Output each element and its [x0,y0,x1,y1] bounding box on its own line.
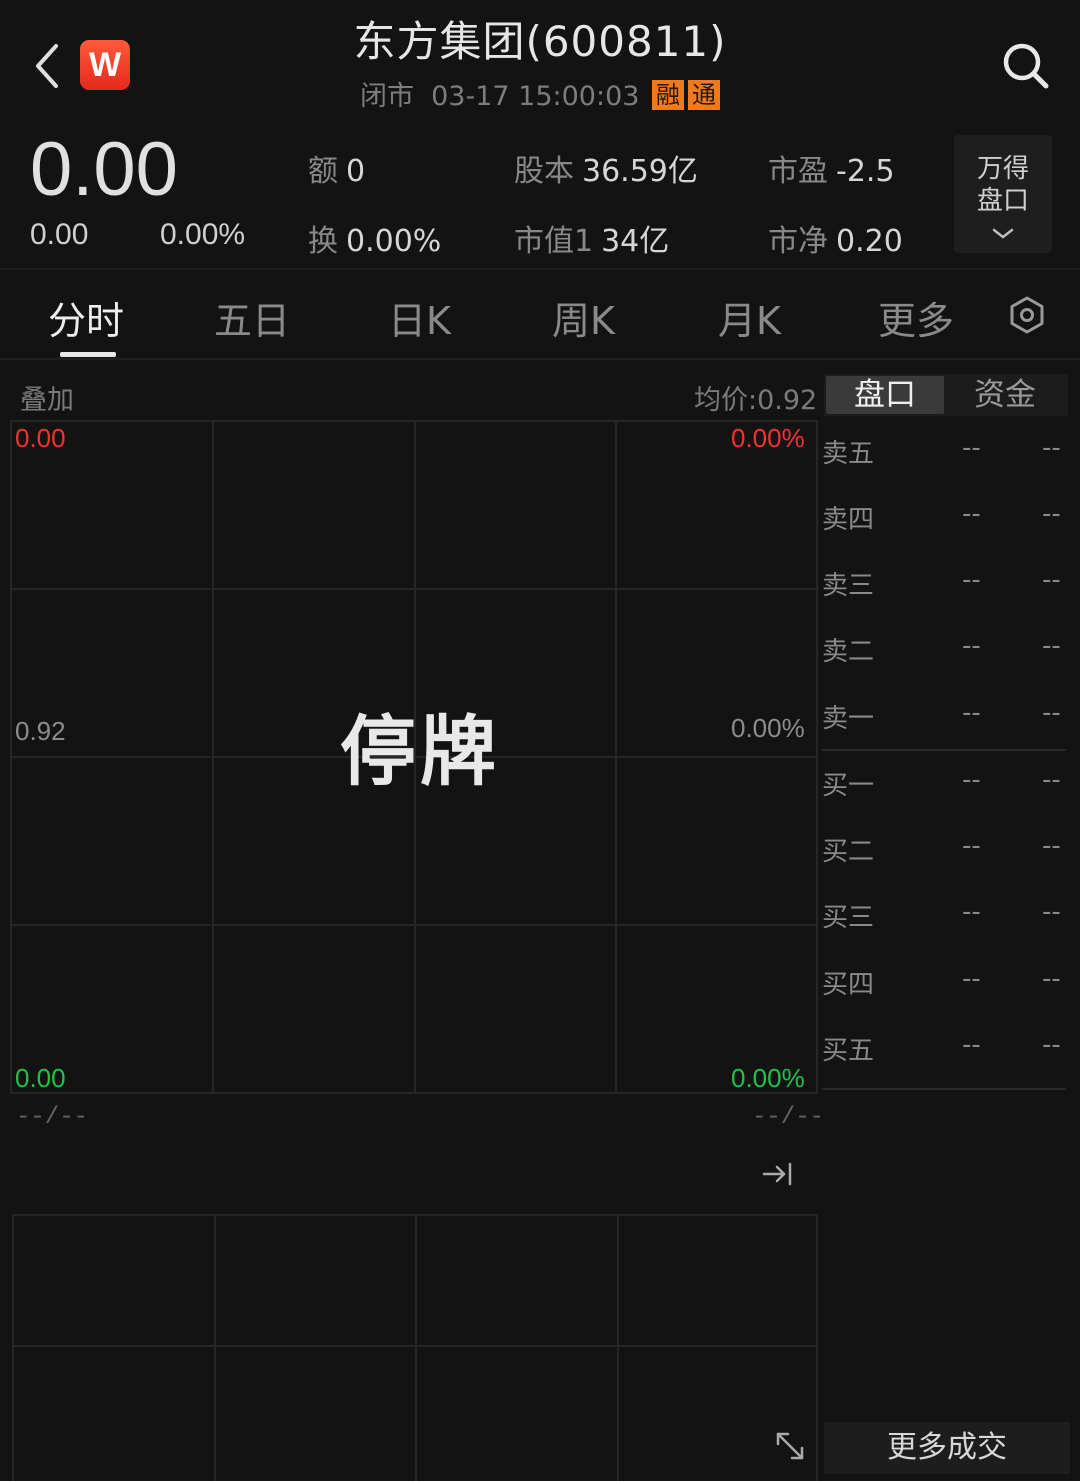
stat-pe: 市盈 -2.5 [768,154,895,189]
axis-left-bottom: 0.00 [15,1063,66,1093]
stat-market-cap: 市值1 34亿 [514,224,670,259]
chart-settings-button[interactable] [1006,294,1048,336]
search-icon [1003,43,1049,89]
ask-row-5: 卖五 -- -- [822,433,1061,469]
tab-more[interactable]: 更多 [878,290,954,345]
ask-row-3: 卖三 -- -- [822,565,1061,601]
orderbook-bottom-divider [822,1088,1066,1090]
ask-row-4: 卖四 -- -- [822,499,1061,535]
bid-row-3: 买三 -- -- [822,897,1061,933]
settings-icon [1010,296,1044,334]
bid-row-1: 买一 -- -- [822,765,1061,801]
price-change-pct: 0.00% [160,218,246,251]
tab-intraday[interactable]: 分时 [48,290,124,345]
market-status: 闭市 03-17 15:00:03 融通 [0,74,1080,113]
volume-chart-grid [12,1214,818,1481]
expand-icon [776,1432,804,1460]
chevron-down-icon [992,228,1014,239]
avg-price-label: 均价:0.92 [694,385,818,416]
status-datetime: 03-17 15:00:03 [431,81,640,112]
axis-right-top: 0.00% [731,423,805,453]
tab-daily-k[interactable]: 日K [388,290,451,345]
tab-weekly-k[interactable]: 周K [552,290,615,345]
connect-badge: 通 [688,80,721,110]
tab-capital[interactable]: 资金 [946,376,1064,414]
tab-orderbook[interactable]: 盘口 [826,376,944,414]
tab-monthly-k[interactable]: 月K [718,290,781,345]
axis-left-top: 0.00 [15,423,66,453]
bid-row-4: 买四 -- -- [822,964,1061,1000]
quote-divider [0,268,1080,270]
market-status-text: 闭市 [359,81,414,112]
time-end-label: --/-- [752,1104,825,1131]
stat-pb: 市净 0.20 [768,224,903,259]
search-button[interactable] [1000,40,1052,92]
more-trades-button[interactable]: 更多成交 [824,1422,1070,1474]
page-title: 东方集团(600811) [353,17,727,66]
wind-orderbook-button[interactable]: 万得 盘口 [954,135,1052,253]
orderbook-divider [822,749,1066,751]
stat-amount: 额0 [308,154,366,189]
last-price: 0.00 [30,127,178,212]
active-tab-indicator [60,352,116,357]
ask-row-1: 卖一 -- -- [822,698,1061,734]
price-change: 0.00 [30,218,89,251]
wind-button-line1: 万得 [976,154,1029,184]
stat-turnover: 换 0.00% [308,224,442,259]
wind-button-line2: 盘口 [976,186,1029,216]
arrow-right-bar-icon [762,1162,792,1186]
axis-right-mid: 0.00% [731,713,805,743]
margin-badge: 融 [652,80,685,110]
axis-right-bottom: 0.00% [731,1063,805,1093]
bid-row-2: 买二 -- -- [822,831,1061,867]
bid-row-5: 买五 -- -- [822,1030,1061,1066]
stat-share-capital: 股本 36.59亿 [514,154,698,189]
ask-row-2: 卖二 -- -- [822,631,1061,667]
trading-halt-label: 停牌 [340,707,500,796]
axis-left-mid: 0.92 [15,716,66,746]
tab-five-day[interactable]: 五日 [214,290,290,345]
fullscreen-button[interactable] [768,1424,812,1468]
collapse-panel-button[interactable] [756,1152,800,1196]
time-start-label: --/-- [16,1104,89,1131]
tabs-divider [0,358,1080,360]
overlay-button[interactable]: 叠加 [20,378,74,417]
